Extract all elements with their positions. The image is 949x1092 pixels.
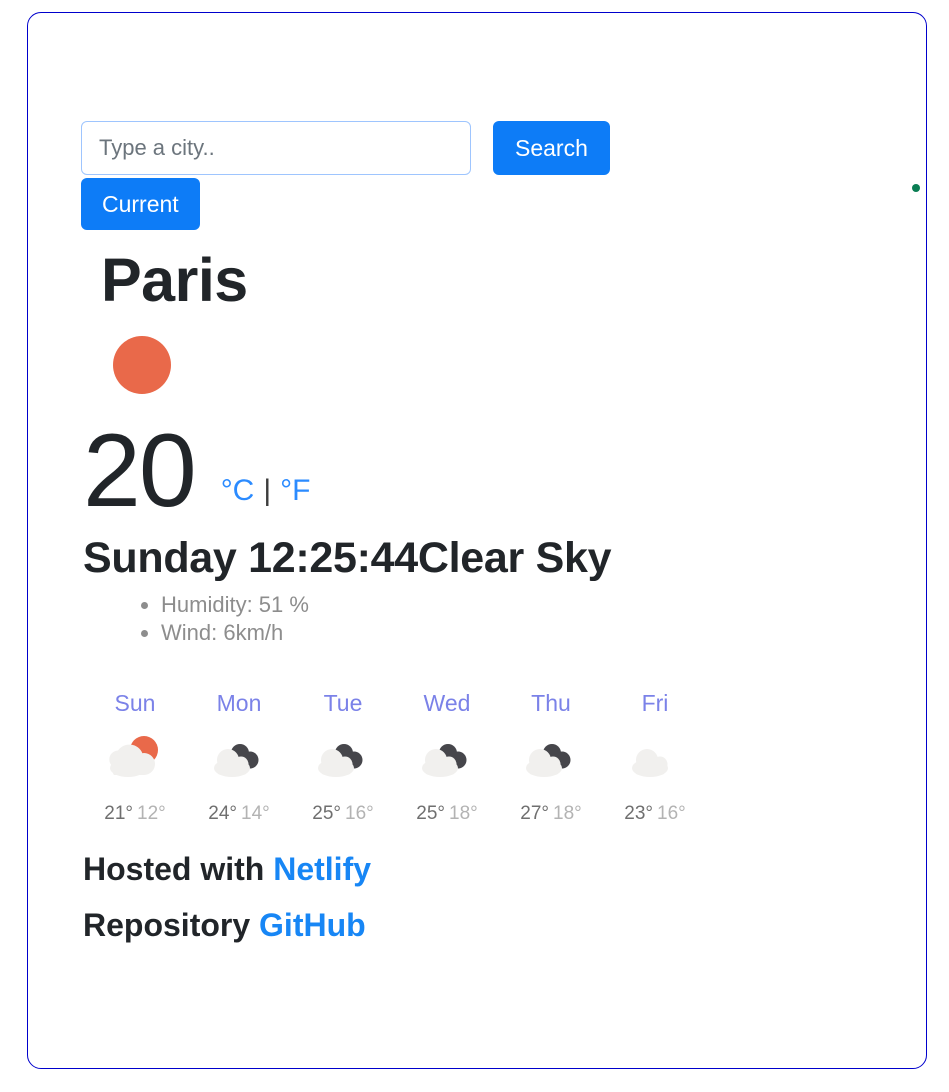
- forecast-day-1: Mon 24° 14°: [187, 689, 291, 825]
- forecast-day-4: Thu 27° 18°: [499, 689, 603, 825]
- forecast-temp-max: 25°: [416, 802, 445, 824]
- current-weather-panel: Paris: [81, 248, 881, 312]
- forecast-day-2: Tue 25° 16°: [291, 689, 395, 825]
- forecast-temp-max: 24°: [208, 802, 237, 824]
- cloud-behind-cloud-icon: [291, 731, 395, 793]
- celsius-link[interactable]: °C: [221, 474, 255, 508]
- github-link[interactable]: GitHub: [259, 907, 366, 943]
- forecast-temp-min: 14°: [241, 802, 270, 824]
- forecast-temp-max: 25°: [312, 802, 341, 824]
- app-content: Search Current Paris 20 °C | °F Sunday 1…: [81, 121, 881, 953]
- forecast-temp-min: 16°: [345, 802, 374, 824]
- search-button[interactable]: Search: [493, 121, 610, 175]
- hosted-prefix: Hosted with: [83, 850, 265, 887]
- forecast-temp-max: 27°: [520, 802, 549, 824]
- repository-line: Repository GitHub: [83, 897, 881, 953]
- forecast-temp-max: 23°: [624, 802, 653, 824]
- forecast-temps: 23° 16°: [603, 803, 707, 825]
- forecast-temps: 21° 12°: [83, 803, 187, 825]
- cloud-behind-cloud-icon: [395, 731, 499, 793]
- current-datetime: Sunday 12:25:44: [83, 533, 418, 582]
- forecast-day-label: Tue: [323, 689, 363, 716]
- forecast-temp-max: 21°: [104, 802, 133, 824]
- status-indicator-dot: [912, 184, 920, 192]
- forecast-temp-min: 18°: [449, 802, 478, 824]
- forecast-day-label: Fri: [641, 689, 669, 716]
- forecast-day-0: Sun 21° 12°: [83, 689, 187, 825]
- forecast-temps: 25° 18°: [395, 803, 499, 825]
- forecast-temps: 25° 16°: [291, 803, 395, 825]
- search-bar: Search: [81, 121, 881, 175]
- repository-prefix: Repository: [83, 906, 251, 943]
- forecast-day-label: Mon: [216, 689, 262, 716]
- forecast-day-5: Fri 23° 16°: [603, 689, 707, 825]
- forecast-temps: 27° 18°: [499, 803, 603, 825]
- weather-description: Clear Sky: [417, 533, 612, 582]
- cloud-behind-cloud-icon: [187, 731, 291, 793]
- forecast-temp-min: 12°: [137, 802, 166, 824]
- forecast-day-3: Wed 25° 18°: [395, 689, 499, 825]
- forecast-day-label: Thu: [531, 689, 571, 716]
- unit-separator: |: [263, 474, 272, 508]
- forecast-day-label: Sun: [114, 689, 156, 716]
- footer: Hosted with Netlify Repository GitHub: [81, 841, 881, 953]
- humidity-item: Humidity: 51 %: [161, 591, 881, 620]
- forecast-temps: 24° 14°: [187, 803, 291, 825]
- app-frame: Search Current Paris 20 °C | °F Sunday 1…: [27, 12, 927, 1069]
- forecast-row: Sun 21° 12° Mon 24° 14° Tue 25° 16° Wed …: [81, 689, 881, 825]
- weather-details-list: Humidity: 51 % Wind: 6km/h: [81, 591, 881, 648]
- hosted-line: Hosted with Netlify: [83, 841, 881, 897]
- date-description-row: Sunday 12:25:44 Clear Sky: [81, 534, 881, 583]
- wind-item: Wind: 6km/h: [161, 619, 881, 648]
- netlify-link[interactable]: Netlify: [273, 851, 371, 887]
- current-weather-icon-wrap: [81, 336, 881, 402]
- fahrenheit-link[interactable]: °F: [280, 474, 310, 508]
- sun-icon: [113, 336, 171, 395]
- temperature-row: 20 °C | °F: [81, 413, 881, 530]
- city-name: Paris: [101, 246, 248, 314]
- unit-toggle: °C | °F: [221, 474, 311, 508]
- cloud-icon: [603, 731, 707, 793]
- forecast-day-label: Wed: [423, 689, 471, 716]
- current-temperature: 20: [83, 413, 197, 530]
- current-location-button[interactable]: Current: [81, 178, 200, 230]
- sun-behind-cloud-icon: [83, 731, 187, 793]
- search-input[interactable]: [81, 121, 471, 175]
- forecast-temp-min: 16°: [657, 802, 686, 824]
- forecast-temp-min: 18°: [553, 802, 582, 824]
- cloud-behind-cloud-icon: [499, 731, 603, 793]
